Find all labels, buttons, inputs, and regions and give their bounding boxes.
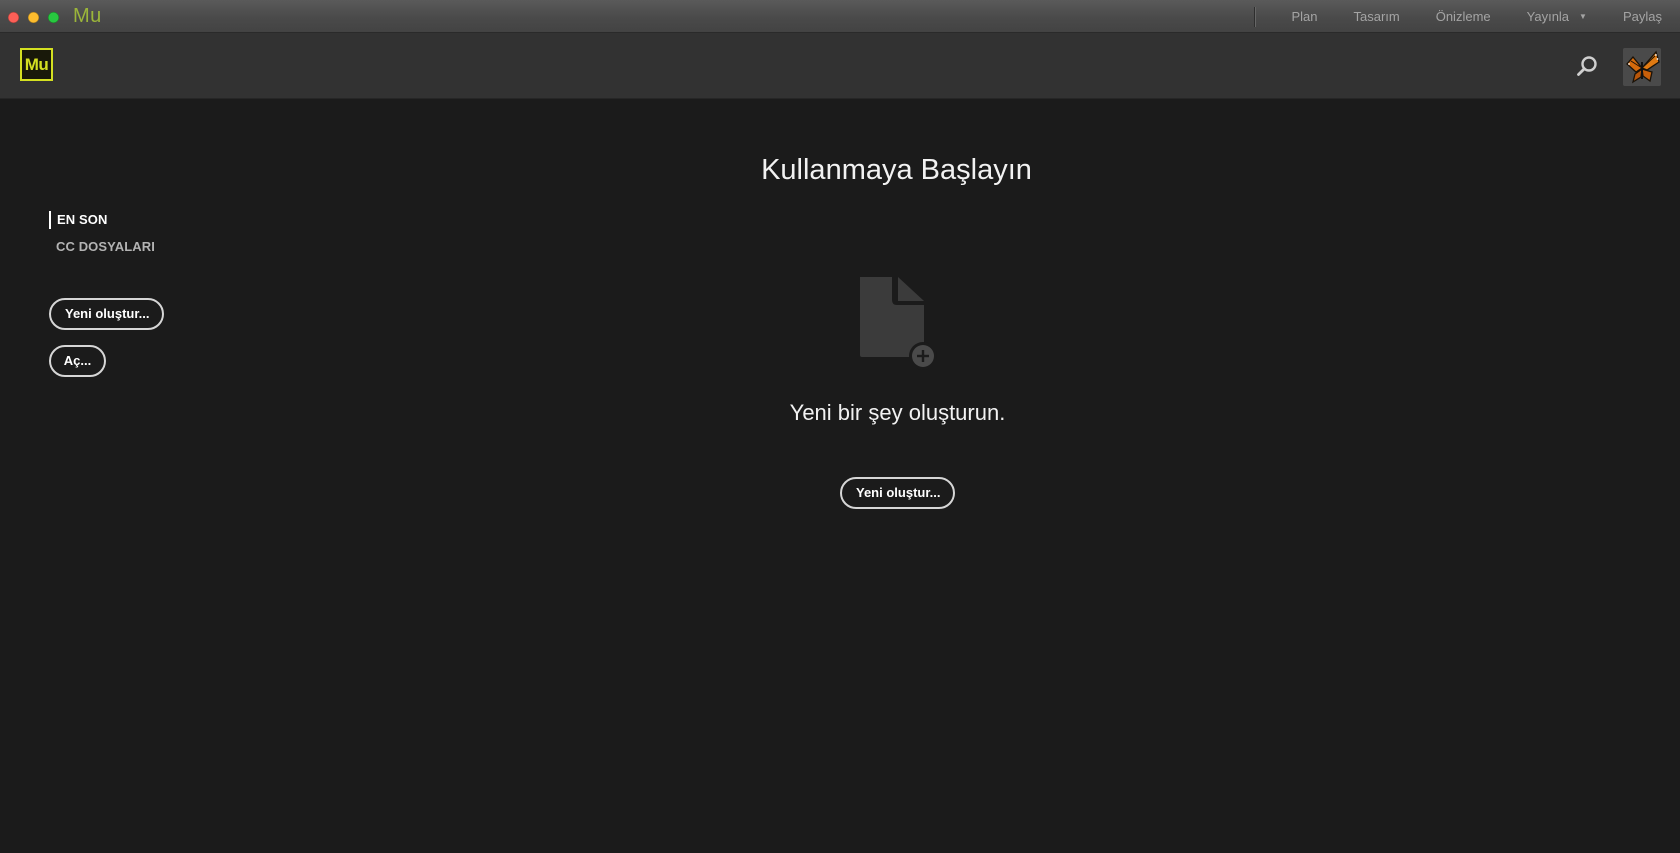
close-window-button[interactable] bbox=[8, 12, 19, 23]
mode-plan[interactable]: Plan bbox=[1291, 9, 1317, 24]
sidebar-open-button[interactable]: Aç... bbox=[49, 345, 106, 377]
mode-share[interactable]: Paylaş bbox=[1623, 9, 1662, 24]
empty-state-illustration bbox=[858, 275, 938, 371]
search-button[interactable] bbox=[1574, 53, 1600, 79]
mode-preview[interactable]: Önizleme bbox=[1436, 9, 1491, 24]
tab-recent[interactable]: EN SON bbox=[49, 211, 107, 229]
app-title: Mu bbox=[73, 5, 102, 27]
mode-divider bbox=[1254, 6, 1256, 27]
page-title: Kullanmaya Başlayın bbox=[761, 154, 1032, 186]
new-document-plus-icon bbox=[860, 277, 937, 370]
user-avatar[interactable] bbox=[1623, 48, 1661, 86]
minimize-window-button[interactable] bbox=[28, 12, 39, 23]
mode-design[interactable]: Tasarım bbox=[1353, 9, 1399, 24]
muse-logo: Mu bbox=[20, 48, 53, 81]
maximize-window-button[interactable] bbox=[48, 12, 59, 23]
mode-navigation: Plan Tasarım Önizleme Yayınla ▼ Paylaş bbox=[1254, 0, 1680, 33]
mode-publish[interactable]: Yayınla ▼ bbox=[1527, 9, 1587, 24]
caret-down-icon: ▼ bbox=[1579, 12, 1587, 21]
sidebar-create-new-button[interactable]: Yeni oluştur... bbox=[49, 298, 164, 330]
mode-publish-label: Yayınla bbox=[1526, 9, 1570, 24]
search-icon bbox=[1577, 56, 1597, 76]
main-create-new-button[interactable]: Yeni oluştur... bbox=[840, 477, 955, 509]
butterfly-icon bbox=[1623, 48, 1661, 86]
tab-cc-files[interactable]: CC DOSYALARI bbox=[49, 238, 155, 256]
app-window: Mu Plan Tasarım Önizleme Yayınla ▼ Payla… bbox=[0, 0, 1680, 853]
title-bar: Mu Plan Tasarım Önizleme Yayınla ▼ Payla… bbox=[0, 0, 1680, 33]
app-header: Mu bbox=[0, 33, 1680, 99]
empty-state-message: Yeni bir şey oluşturun. bbox=[789, 400, 1006, 425]
